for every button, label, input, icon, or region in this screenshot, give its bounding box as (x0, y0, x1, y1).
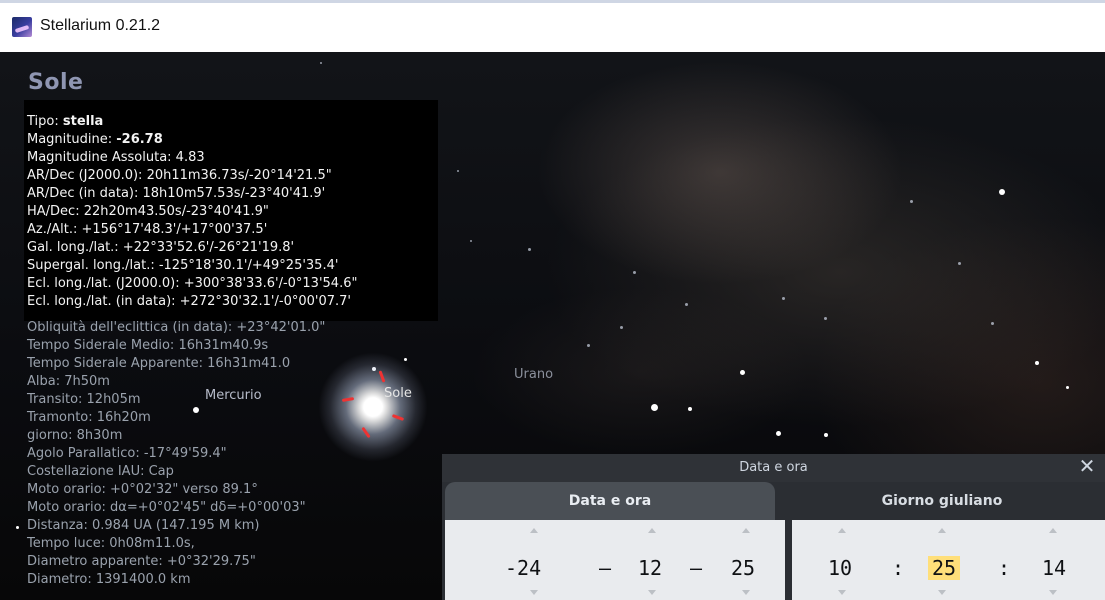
info-line: Supergal. long./lat.: -125°18'30.1'/+49°… (27, 258, 339, 273)
date-separator: – (599, 556, 612, 580)
info-line: Az./Alt.: +156°17'48.3'/+17°00'37.5' (27, 222, 268, 237)
star[interactable] (910, 200, 913, 203)
star[interactable] (620, 326, 623, 329)
second-decrement-icon[interactable] (1049, 590, 1057, 595)
star[interactable] (999, 189, 1005, 195)
info-line: giorno: 8h30m (27, 428, 123, 443)
info-line: Costellazione IAU: Cap (27, 464, 174, 479)
month-increment-icon[interactable] (648, 528, 656, 533)
star[interactable] (958, 262, 961, 265)
star[interactable] (824, 317, 827, 320)
object-name: Sole (28, 70, 84, 95)
label-mercury[interactable]: Mercurio (205, 388, 262, 403)
info-line: Tramonto: 16h20m (27, 410, 151, 425)
star[interactable] (470, 240, 472, 242)
second-field[interactable]: 14 (1042, 556, 1066, 580)
date-editor: -24 – 12 – 25 (445, 520, 785, 600)
star[interactable] (685, 303, 688, 306)
hour-decrement-icon[interactable] (838, 590, 846, 595)
star[interactable] (320, 62, 322, 64)
day-increment-icon[interactable] (742, 528, 750, 533)
info-line: Alba: 7h50m (27, 374, 110, 389)
time-separator: : (998, 556, 1011, 580)
star[interactable] (991, 322, 994, 325)
sun-glow[interactable] (318, 352, 428, 462)
star[interactable] (633, 271, 636, 274)
info-line: Agolo Parallatico: -17°49'59.4" (27, 446, 227, 461)
star[interactable] (1035, 361, 1039, 365)
info-line: Ecl. long./lat. (in data): +272°30'32.1'… (27, 294, 351, 309)
info-line: Gal. long./lat.: +22°33'52.6'/-26°21'19.… (27, 240, 295, 255)
info-line: Moto orario: dα=+0°02'45" dδ=+0°00'03" (27, 500, 306, 515)
info-line: AR/Dec (J2000.0): 20h11m36.73s/-20°14'21… (27, 168, 332, 183)
info-line: Obliquità dell'eclittica (in data): +23°… (27, 320, 326, 335)
minute-decrement-icon[interactable] (938, 590, 946, 595)
tab-date-time[interactable]: Data e ora (445, 482, 775, 520)
hour-field[interactable]: 10 (828, 556, 852, 580)
time-editor: 10 : 25 : 14 (792, 520, 1105, 600)
star[interactable] (688, 407, 692, 411)
label-sun[interactable]: Sole (384, 386, 412, 401)
star[interactable] (404, 358, 407, 361)
info-line: Tempo Siderale Medio: 16h31m40.9s (27, 338, 269, 353)
window-title: Stellarium 0.21.2 (40, 17, 161, 34)
window-titlebar[interactable]: Stellarium 0.21.2 (0, 0, 1105, 52)
stellarium-icon (12, 17, 32, 37)
star[interactable] (528, 248, 531, 251)
object-mag-label: Magnitudine: (27, 132, 117, 147)
object-magnitude: Magnitudine: -26.78 (27, 132, 163, 147)
info-line: Diametro apparente: +0°32'29.75" (27, 554, 256, 569)
tab-julian-day[interactable]: Giorno giuliano (782, 482, 1102, 520)
info-line: AR/Dec (in data): 18h10m57.53s/-23°40'41… (27, 186, 326, 201)
month-field[interactable]: 12 (638, 556, 662, 580)
info-line: Ecl. long./lat. (J2000.0): +300°38'33.6'… (27, 276, 358, 291)
month-decrement-icon[interactable] (648, 590, 656, 595)
star[interactable] (740, 370, 745, 375)
star[interactable] (776, 431, 781, 436)
hour-increment-icon[interactable] (838, 528, 846, 533)
object-mag-value: -26.78 (116, 132, 163, 147)
info-line: Distanza: 0.984 UA (147.195 M km) (27, 518, 260, 533)
close-icon[interactable]: ✕ (1077, 456, 1097, 476)
year-field[interactable]: -24 (505, 556, 541, 580)
star[interactable] (457, 170, 459, 172)
info-line: Diametro: 1391400.0 km (27, 572, 191, 587)
star[interactable] (587, 344, 590, 347)
second-increment-icon[interactable] (1049, 528, 1057, 533)
date-time-panel-title: Data e ora (739, 460, 808, 475)
info-line: Moto orario: +0°02'32" verso 89.1° (27, 482, 258, 497)
day-field[interactable]: 25 (731, 556, 755, 580)
info-line: Magnitudine Assoluta: 4.83 (27, 150, 205, 165)
star[interactable] (193, 407, 199, 413)
star[interactable] (1066, 386, 1069, 389)
date-separator: – (690, 556, 703, 580)
object-type-value: stella (62, 114, 104, 129)
year-increment-icon[interactable] (530, 528, 538, 533)
date-time-panel: Data e ora ✕ Data e ora Giorno giuliano … (442, 454, 1105, 600)
day-decrement-icon[interactable] (742, 590, 750, 595)
info-line: Tempo Siderale Apparente: 16h31m41.0 (27, 356, 291, 371)
date-time-panel-header[interactable]: Data e ora ✕ (442, 454, 1105, 482)
time-separator: : (892, 556, 905, 580)
info-line: Transito: 12h05m (27, 392, 141, 407)
minute-increment-icon[interactable] (938, 528, 946, 533)
info-line: Tempo luce: 0h08m11.0s, (27, 536, 195, 551)
star[interactable] (782, 297, 785, 300)
year-decrement-icon[interactable] (530, 590, 538, 595)
star[interactable] (824, 433, 828, 437)
minute-field[interactable]: 25 (928, 556, 961, 580)
object-type-label: Tipo: (27, 114, 63, 129)
info-line: HA/Dec: 22h20m43.50s/-23°40'41.9" (27, 204, 269, 219)
object-type: Tipo: stella (27, 114, 103, 129)
star[interactable] (651, 404, 658, 411)
star[interactable] (16, 526, 19, 529)
label-uranus[interactable]: Urano (514, 367, 553, 382)
